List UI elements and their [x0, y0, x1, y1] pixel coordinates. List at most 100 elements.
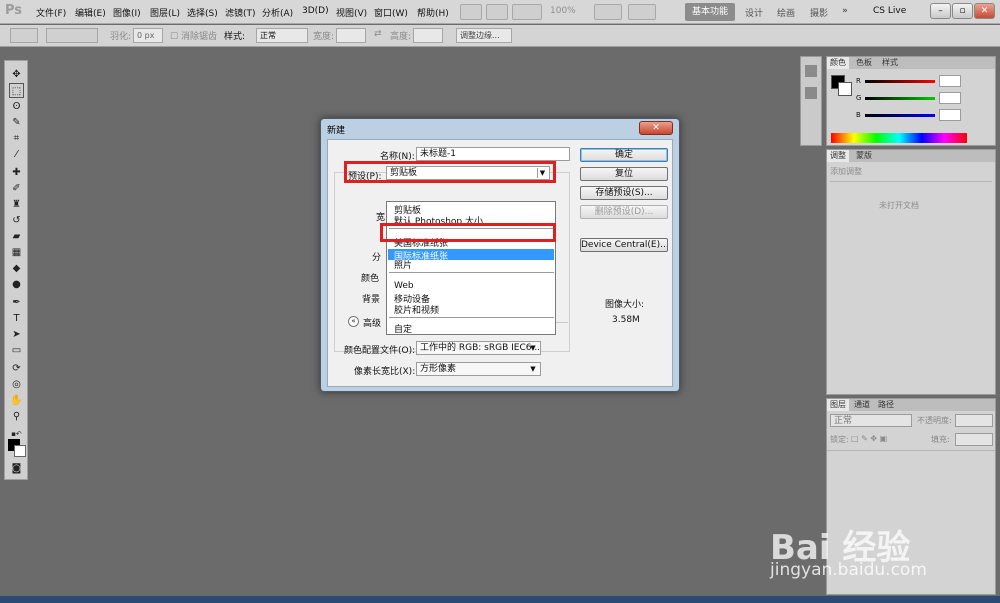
dodge-tool-icon[interactable]: ● [9, 277, 24, 292]
preset-option-web[interactable]: Web [394, 281, 414, 291]
tab-paths[interactable]: 路径 [875, 399, 897, 411]
menu-image[interactable]: 图像(I) [113, 6, 141, 19]
close-window-button[interactable]: ✕ [974, 3, 995, 19]
device-central-button[interactable]: Device Central(E)... [580, 238, 668, 252]
quick-select-tool-icon[interactable]: ✎ [9, 115, 24, 130]
shape-tool-icon[interactable]: ▭ [9, 343, 24, 358]
extras-dropdown[interactable] [512, 4, 542, 20]
tab-adjustments[interactable]: 调整 [827, 150, 849, 162]
fill-label: 填充: [931, 435, 950, 444]
green-slider[interactable] [865, 97, 935, 100]
zoom-tool-icon[interactable]: ⚲ [9, 409, 24, 424]
menu-help[interactable]: 帮助(H) [417, 6, 449, 19]
tab-masks[interactable]: 蒙版 [853, 150, 875, 162]
dialog-close-button[interactable]: ✕ [639, 121, 673, 135]
marquee-tool-icon[interactable]: ⬚ [9, 83, 24, 98]
workspace-painting-button[interactable]: 绘画 [777, 6, 795, 19]
reset-button[interactable]: 复位 [580, 167, 668, 181]
menu-select[interactable]: 选择(S) [187, 6, 218, 19]
properties-panel-icon[interactable] [805, 87, 817, 99]
eraser-tool-icon[interactable]: ▰ [9, 229, 24, 244]
style-select[interactable]: 正常 [256, 28, 308, 43]
chevron-down-icon[interactable]: ▼ [528, 364, 538, 374]
menu-layer[interactable]: 图层(L) [150, 6, 180, 19]
background-color-swatch[interactable] [14, 445, 26, 457]
tab-channels[interactable]: 通道 [851, 399, 873, 411]
workspace-essentials-button[interactable]: 基本功能 [685, 3, 735, 21]
antialias-checkbox[interactable]: ☐ 消除锯齿 [170, 29, 217, 42]
restore-button[interactable]: ▫ [952, 3, 973, 19]
menu-analysis[interactable]: 分析(A) [262, 6, 293, 19]
menu-edit[interactable]: 编辑(E) [75, 6, 106, 19]
preset-option-photo[interactable]: 照片 [394, 258, 412, 271]
cs-live-button[interactable]: CS Live [873, 6, 906, 16]
blue-input[interactable] [939, 109, 961, 121]
arrange-documents-button[interactable] [594, 4, 622, 20]
more-workspaces-icon[interactable]: » [842, 6, 848, 16]
type-tool-icon[interactable]: T [9, 311, 24, 326]
green-input[interactable] [939, 92, 961, 104]
menu-window[interactable]: 窗口(W) [374, 6, 408, 19]
menu-filter[interactable]: 滤镜(T) [225, 6, 256, 19]
tab-styles[interactable]: 样式 [879, 57, 901, 69]
blend-mode-select[interactable]: 正常 [830, 414, 912, 427]
red-input[interactable] [939, 75, 961, 87]
ok-button[interactable]: 确定 [580, 148, 668, 162]
gradient-tool-icon[interactable]: ▦ [9, 245, 24, 260]
blur-tool-icon[interactable]: ◆ [9, 261, 24, 276]
tab-layers[interactable]: 图层 [827, 399, 849, 411]
color-spectrum-ramp[interactable] [831, 133, 967, 143]
menu-file[interactable]: 文件(F) [36, 6, 66, 19]
menu-3d[interactable]: 3D(D) [302, 6, 329, 16]
hand-tool-icon[interactable]: ✋ [9, 393, 24, 408]
workspace-photography-button[interactable]: 摄影 [810, 6, 828, 19]
bridge-button[interactable] [460, 4, 482, 20]
minibridge-button[interactable] [486, 4, 508, 20]
name-input[interactable]: 未标题-1 [416, 147, 570, 161]
brush-tool-icon[interactable]: ✐ [9, 181, 24, 196]
height-input[interactable] [413, 28, 443, 43]
selection-mode-buttons[interactable] [46, 28, 98, 43]
tab-color[interactable]: 颜色 [827, 57, 849, 69]
width-input[interactable] [336, 28, 366, 43]
menu-view[interactable]: 视图(V) [336, 6, 367, 19]
preset-option-custom[interactable]: 自定 [394, 322, 412, 335]
options-bar: 羽化: 0 px ☐ 消除锯齿 样式: 正常 宽度: ⇄ 高度: 调整边缘... [0, 25, 1000, 47]
path-selection-tool-icon[interactable]: ➤ [9, 327, 24, 342]
opacity-input[interactable] [955, 414, 993, 427]
healing-brush-tool-icon[interactable]: ✚ [9, 165, 24, 180]
pixel-aspect-select[interactable]: 方形像素 ▼ [416, 362, 541, 376]
color-profile-select[interactable]: 工作中的 RGB: sRGB IEC6... ▼ [416, 341, 541, 355]
advanced-toggle-icon[interactable]: « [348, 316, 359, 327]
crop-tool-icon[interactable]: ⌗ [9, 131, 24, 146]
feather-input[interactable]: 0 px [133, 28, 163, 43]
chevron-down-icon[interactable]: ▼ [528, 343, 538, 353]
3d-rotate-tool-icon[interactable]: ⟳ [9, 361, 24, 376]
zoom-level[interactable]: 100% [550, 6, 576, 16]
3d-orbit-tool-icon[interactable]: ◎ [9, 377, 24, 392]
bg-color-swatch[interactable] [838, 82, 852, 96]
pen-tool-icon[interactable]: ✒ [9, 295, 24, 310]
refine-edge-button[interactable]: 调整边缘... [456, 28, 512, 43]
preset-option-film-video[interactable]: 胶片和视频 [394, 303, 439, 316]
move-tool-icon[interactable]: ✥ [9, 67, 24, 82]
workspace-design-button[interactable]: 设计 [745, 6, 763, 19]
screen-mode-button[interactable] [628, 4, 656, 20]
color-profile-label: 颜色配置文件(O): [344, 346, 416, 356]
lasso-tool-icon[interactable]: ʘ [9, 99, 24, 114]
blue-slider[interactable] [865, 114, 935, 117]
tool-preset-picker[interactable] [10, 28, 38, 43]
red-slider[interactable] [865, 80, 935, 83]
delete-preset-button[interactable]: 删除预设(D)... [580, 205, 668, 219]
clone-stamp-tool-icon[interactable]: ♜ [9, 197, 24, 212]
fill-input[interactable] [955, 433, 993, 446]
lock-icons[interactable]: □ ✎ ✥ ▣ [851, 434, 887, 443]
history-panel-icon[interactable] [805, 65, 817, 77]
tab-swatches[interactable]: 色板 [853, 57, 875, 69]
history-brush-tool-icon[interactable]: ↺ [9, 213, 24, 228]
minimize-button[interactable]: – [930, 3, 951, 19]
swap-icon[interactable]: ⇄ [374, 29, 382, 39]
eyedropper-tool-icon[interactable]: ⁄ [9, 147, 24, 162]
quick-mask-icon[interactable]: ◙ [9, 461, 24, 476]
save-preset-button[interactable]: 存储预设(S)... [580, 186, 668, 200]
